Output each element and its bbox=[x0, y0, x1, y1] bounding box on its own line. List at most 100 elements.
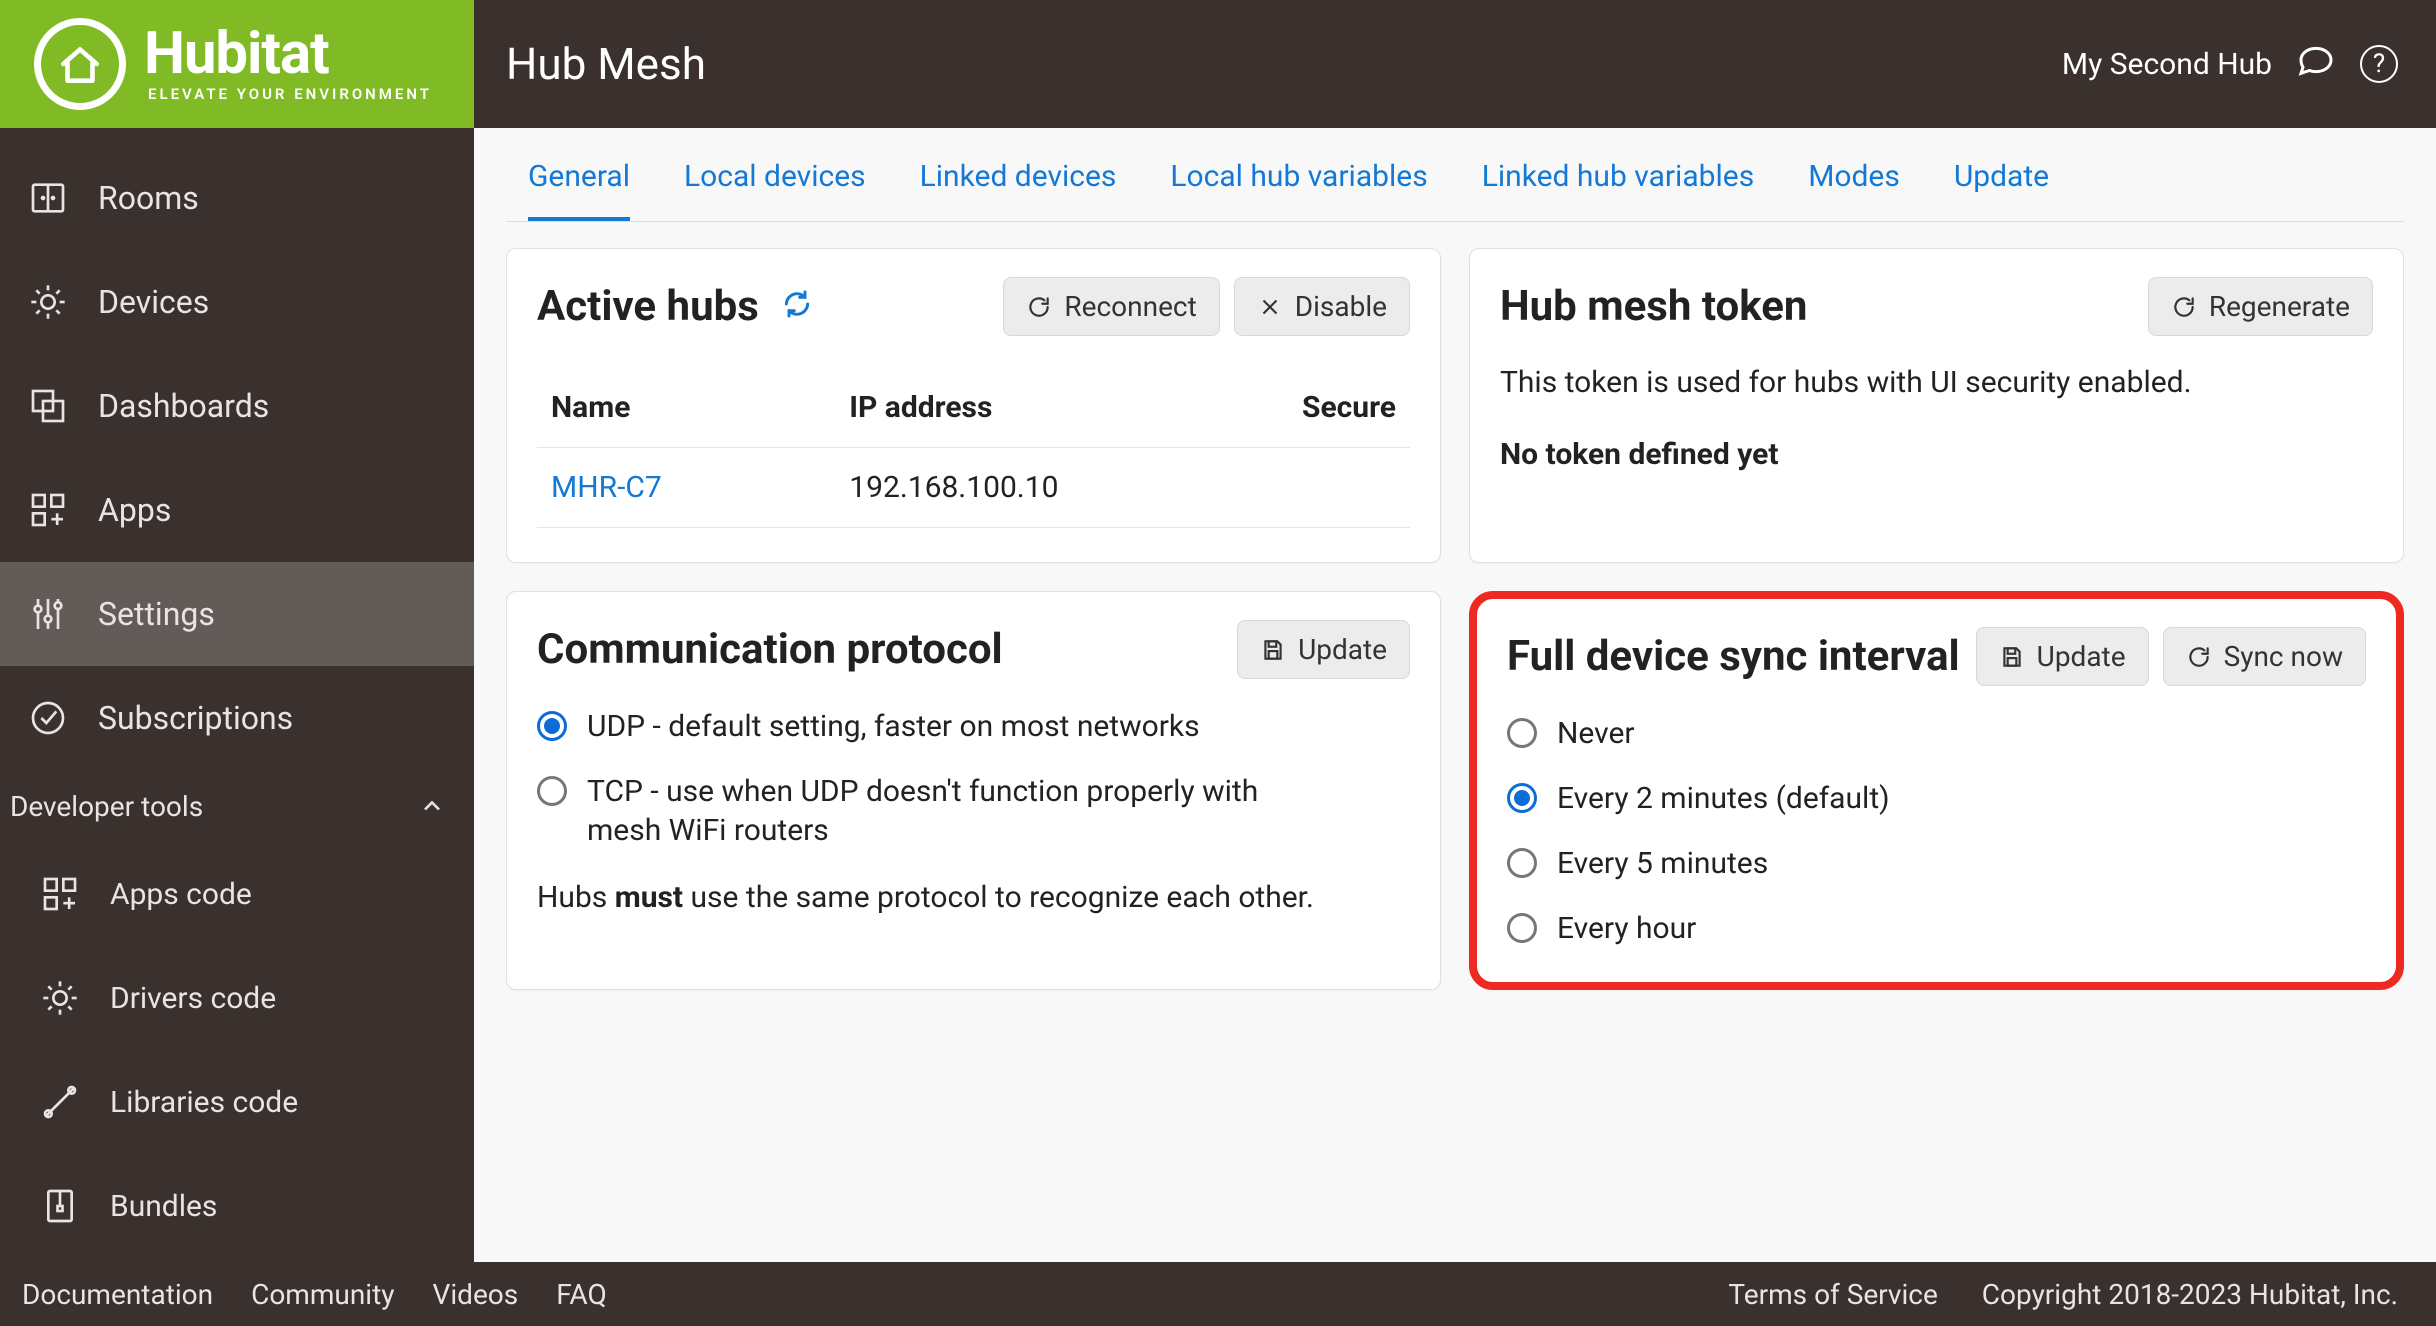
regenerate-icon bbox=[2171, 294, 2197, 320]
sidebar-item-drivers-code[interactable]: Drivers code bbox=[0, 946, 474, 1050]
radio-icon bbox=[1507, 783, 1537, 813]
sidebar-item-libraries-code[interactable]: Libraries code bbox=[0, 1050, 474, 1154]
tab-local-devices[interactable]: Local devices bbox=[684, 136, 866, 221]
sidebar-item-label: Apps code bbox=[110, 877, 252, 912]
table-row: MHR-C7 192.168.100.10 bbox=[537, 448, 1410, 528]
apps-code-icon bbox=[40, 874, 80, 914]
sync-option-never[interactable]: Never bbox=[1507, 714, 2366, 753]
hub-name[interactable]: My Second Hub bbox=[2062, 47, 2272, 82]
sidebar-item-apps-code[interactable]: Apps code bbox=[0, 842, 474, 946]
active-hubs-card: Active hubs Reconnect Disable bbox=[506, 248, 1441, 563]
tabs: General Local devices Linked devices Loc… bbox=[506, 136, 2404, 222]
drivers-code-icon bbox=[40, 978, 80, 1018]
token-status: No token defined yet bbox=[1500, 434, 2373, 476]
col-ip: IP address bbox=[849, 390, 1247, 425]
hub-ip: 192.168.100.10 bbox=[849, 470, 1247, 505]
footer-terms[interactable]: Terms of Service bbox=[1728, 1278, 1937, 1311]
active-hubs-table: Name IP address Secure MHR-C7 192.168.10… bbox=[537, 368, 1410, 528]
apps-icon bbox=[28, 490, 68, 530]
tab-linked-devices[interactable]: Linked devices bbox=[920, 136, 1117, 221]
protocol-option-tcp[interactable]: TCP - use when UDP doesn't function prop… bbox=[537, 772, 1410, 850]
sidebar-item-label: Dashboards bbox=[98, 387, 269, 425]
hub-secure bbox=[1247, 470, 1396, 505]
disable-button[interactable]: Disable bbox=[1234, 277, 1410, 336]
tab-modes[interactable]: Modes bbox=[1808, 136, 1900, 221]
tab-linked-hub-variables[interactable]: Linked hub variables bbox=[1482, 136, 1755, 221]
logo[interactable]: Hubitat ELEVATE YOUR ENVIRONMENT bbox=[0, 0, 474, 128]
save-icon bbox=[1999, 644, 2025, 670]
dashboards-icon bbox=[28, 386, 68, 426]
brand-name: Hubitat bbox=[144, 25, 432, 83]
page-title: Hub Mesh bbox=[506, 38, 706, 90]
tab-update[interactable]: Update bbox=[1954, 136, 2049, 221]
bulb-icon bbox=[28, 282, 68, 322]
token-desc: This token is used for hubs with UI secu… bbox=[1500, 362, 2373, 404]
radio-icon bbox=[537, 776, 567, 806]
developer-tools-toggle[interactable]: Developer tools bbox=[0, 770, 474, 842]
sync-interval-card: Full device sync interval Update Sync no… bbox=[1469, 591, 2404, 990]
protocol-card: Communication protocol Update UDP - defa… bbox=[506, 591, 1441, 990]
radio-icon bbox=[1507, 913, 1537, 943]
help-icon[interactable]: ? bbox=[2360, 45, 2398, 83]
hub-name-link[interactable]: MHR-C7 bbox=[551, 470, 849, 505]
radio-icon bbox=[537, 711, 567, 741]
footer-link-videos[interactable]: Videos bbox=[433, 1278, 519, 1311]
sidebar-item-label: Apps bbox=[98, 491, 171, 529]
sync-now-button[interactable]: Sync now bbox=[2163, 627, 2366, 686]
check-circle-icon bbox=[28, 698, 68, 738]
sync-icon bbox=[2186, 644, 2212, 670]
sidebar-item-label: Bundles bbox=[110, 1189, 217, 1224]
sidebar-item-apps[interactable]: Apps bbox=[0, 458, 474, 562]
sync-option-hour[interactable]: Every hour bbox=[1507, 909, 2366, 948]
card-title: Communication protocol bbox=[537, 625, 1003, 674]
reconnect-button[interactable]: Reconnect bbox=[1003, 277, 1219, 336]
sidebar-item-label: Settings bbox=[98, 595, 215, 633]
footer-link-docs[interactable]: Documentation bbox=[22, 1278, 213, 1311]
footer-copyright: Copyright 2018-2023 Hubitat, Inc. bbox=[1982, 1278, 2398, 1311]
radio-icon bbox=[1507, 718, 1537, 748]
topbar: Hub Mesh My Second Hub ? bbox=[474, 0, 2436, 128]
protocol-note: Hubs must use the same protocol to recog… bbox=[537, 880, 1410, 915]
chevron-up-icon bbox=[418, 792, 446, 820]
protocol-option-udp[interactable]: UDP - default setting, faster on most ne… bbox=[537, 707, 1410, 746]
sidebar-item-label: Subscriptions bbox=[98, 699, 293, 737]
footer-link-faq[interactable]: FAQ bbox=[556, 1278, 607, 1311]
sync-option-5min[interactable]: Every 5 minutes bbox=[1507, 844, 2366, 883]
regenerate-button[interactable]: Regenerate bbox=[2148, 277, 2373, 336]
refresh-icon[interactable] bbox=[781, 282, 813, 331]
col-name: Name bbox=[551, 390, 849, 425]
protocol-update-button[interactable]: Update bbox=[1237, 620, 1410, 679]
tab-general[interactable]: General bbox=[528, 136, 630, 221]
sidebar-item-dashboards[interactable]: Dashboards bbox=[0, 354, 474, 458]
radio-icon bbox=[1507, 848, 1537, 878]
sidebar-item-label: Drivers code bbox=[110, 981, 276, 1016]
card-title: Full device sync interval bbox=[1507, 632, 1960, 681]
sync-update-button[interactable]: Update bbox=[1976, 627, 2149, 686]
rooms-icon bbox=[28, 178, 68, 218]
footer-link-community[interactable]: Community bbox=[251, 1278, 394, 1311]
sync-option-2min[interactable]: Every 2 minutes (default) bbox=[1507, 779, 2366, 818]
close-icon bbox=[1257, 294, 1283, 320]
chat-icon[interactable] bbox=[2296, 40, 2336, 88]
sidebar: Hubitat ELEVATE YOUR ENVIRONMENT Rooms D… bbox=[0, 0, 474, 1326]
token-card: Hub mesh token Regenerate This token is … bbox=[1469, 248, 2404, 563]
col-secure: Secure bbox=[1247, 390, 1396, 425]
sliders-icon bbox=[28, 594, 68, 634]
logo-icon bbox=[34, 18, 126, 110]
save-icon bbox=[1260, 637, 1286, 663]
sidebar-item-label: Devices bbox=[98, 283, 209, 321]
sidebar-item-settings[interactable]: Settings bbox=[0, 562, 474, 666]
tools-icon bbox=[40, 1082, 80, 1122]
sidebar-item-bundles[interactable]: Bundles bbox=[0, 1154, 474, 1258]
card-title: Hub mesh token bbox=[1500, 282, 1807, 331]
sidebar-item-label: Rooms bbox=[98, 179, 199, 217]
sidebar-item-label: Libraries code bbox=[110, 1085, 298, 1120]
sidebar-item-subscriptions[interactable]: Subscriptions bbox=[0, 666, 474, 770]
sidebar-item-devices[interactable]: Devices bbox=[0, 250, 474, 354]
card-title: Active hubs bbox=[537, 282, 759, 331]
tab-local-hub-variables[interactable]: Local hub variables bbox=[1170, 136, 1427, 221]
reconnect-icon bbox=[1026, 294, 1052, 320]
zip-icon bbox=[40, 1186, 80, 1226]
footer: Documentation Community Videos FAQ Terms… bbox=[0, 1262, 2436, 1326]
sidebar-item-rooms[interactable]: Rooms bbox=[0, 146, 474, 250]
